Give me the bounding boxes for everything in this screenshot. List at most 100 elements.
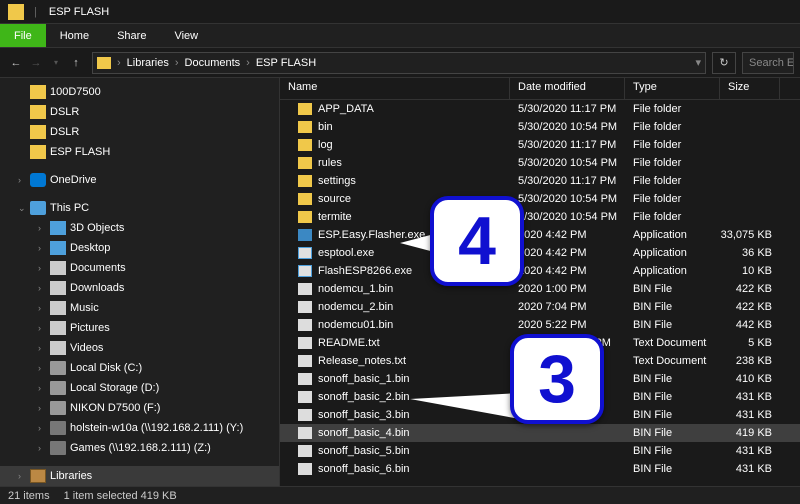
- expand-icon: ›: [38, 423, 48, 433]
- sidebar-item[interactable]: ESP FLASH: [0, 142, 279, 162]
- pictures-icon: [50, 321, 66, 335]
- status-selected: 1 item selected 419 KB: [64, 490, 177, 502]
- breadcrumb[interactable]: Libraries: [123, 53, 173, 73]
- netdrive-icon: [50, 441, 66, 455]
- downloads-icon: [50, 281, 66, 295]
- sidebar-item[interactable]: ⌄This PC: [0, 198, 279, 218]
- file-row[interactable]: ESP.Easy.Flasher.exe2020 4:42 PMApplicat…: [280, 226, 800, 244]
- file-row[interactable]: FlashESP8266.exe2020 4:42 PMApplication1…: [280, 262, 800, 280]
- file-date: 5/30/2020 11:17 PM: [510, 103, 625, 115]
- sidebar-item[interactable]: ›OneDrive: [0, 170, 279, 190]
- sidebar-item[interactable]: ›Videos: [0, 338, 279, 358]
- sidebar-item[interactable]: 100D7500: [0, 82, 279, 102]
- sidebar-item-label: DSLR: [50, 126, 79, 138]
- file-row[interactable]: nodemcu01.bin2020 5:22 PMBIN File442 KB: [280, 316, 800, 334]
- file-size: 36 KB: [720, 247, 780, 259]
- addressbar: ← → ▾ ↑ › Libraries › Documents › ESP FL…: [0, 48, 800, 78]
- folder-icon: [97, 57, 111, 69]
- tab-share[interactable]: Share: [103, 24, 160, 47]
- sidebar-item[interactable]: DSLR: [0, 102, 279, 122]
- folder-icon: [298, 121, 312, 133]
- file-row[interactable]: nodemcu_2.bin2020 7:04 PMBIN File422 KB: [280, 298, 800, 316]
- file-type: File folder: [625, 175, 720, 187]
- desktop-icon: [50, 241, 66, 255]
- sidebar-item[interactable]: DSLR: [0, 122, 279, 142]
- file-row[interactable]: sonoff_basic_6.binBIN File431 KB: [280, 460, 800, 478]
- file-size: 442 KB: [720, 319, 780, 331]
- file-name: source: [318, 193, 351, 205]
- nav-recent[interactable]: ▾: [46, 58, 66, 67]
- tab-view[interactable]: View: [160, 24, 212, 47]
- search-input[interactable]: Search E: [742, 52, 794, 74]
- file-size: 238 KB: [720, 355, 780, 367]
- col-name[interactable]: Name: [280, 78, 510, 99]
- sidebar-item-label: holstein-w10a (\\192.168.2.111) (Y:): [70, 422, 243, 434]
- sidebar-item[interactable]: ›Downloads: [0, 278, 279, 298]
- chevron-down-icon[interactable]: ▾: [695, 56, 701, 69]
- sidebar-item[interactable]: ›Desktop: [0, 238, 279, 258]
- nav-back[interactable]: ←: [6, 57, 26, 69]
- file-row[interactable]: APP_DATA5/30/2020 11:17 PMFile folder: [280, 100, 800, 118]
- col-date[interactable]: Date modified: [510, 78, 625, 99]
- file-name: rules: [318, 157, 342, 169]
- file-icon: [298, 301, 312, 313]
- col-type[interactable]: Type: [625, 78, 720, 99]
- tab-home[interactable]: Home: [46, 24, 103, 47]
- file-date: 5/30/2020 10:54 PM: [510, 193, 625, 205]
- sidebar-item[interactable]: ›Music: [0, 298, 279, 318]
- file-name: nodemcu01.bin: [318, 319, 393, 331]
- address-box[interactable]: › Libraries › Documents › ESP FLASH ▾: [92, 52, 706, 74]
- file-size: 419 KB: [720, 427, 780, 439]
- breadcrumb[interactable]: ESP FLASH: [252, 53, 320, 73]
- sidebar-item[interactable]: ›3D Objects: [0, 218, 279, 238]
- sidebar-item[interactable]: ›Libraries: [0, 466, 279, 486]
- file-size: 422 KB: [720, 301, 780, 313]
- expand-icon: ›: [18, 175, 28, 185]
- file-row[interactable]: log5/30/2020 11:17 PMFile folder: [280, 136, 800, 154]
- titlebar: | ESP FLASH: [0, 0, 800, 24]
- tab-file[interactable]: File: [0, 24, 46, 47]
- expand-icon: ›: [38, 343, 48, 353]
- file-row[interactable]: sonoff_basic_5.binBIN File431 KB: [280, 442, 800, 460]
- file-name: sonoff_basic_5.bin: [318, 445, 410, 457]
- file-row[interactable]: source5/30/2020 10:54 PMFile folder: [280, 190, 800, 208]
- file-type: Text Document: [625, 337, 720, 349]
- file-date: 2020 7:04 PM: [510, 301, 625, 313]
- file-icon: [298, 463, 312, 475]
- file-type: BIN File: [625, 319, 720, 331]
- file-row[interactable]: esptool.exe2020 4:42 PMApplication36 KB: [280, 244, 800, 262]
- sidebar-item[interactable]: › holstein-w10a (\\192.168.2.111) (Y:): [0, 418, 279, 438]
- file-name: settings: [318, 175, 356, 187]
- sidebar-item[interactable]: ›Pictures: [0, 318, 279, 338]
- file-date: 2020 4:42 PM: [510, 229, 625, 241]
- folder-icon: [298, 211, 312, 223]
- folder-icon: [298, 157, 312, 169]
- file-name: README.txt: [318, 337, 380, 349]
- nav-up[interactable]: ↑: [66, 57, 86, 69]
- file-row[interactable]: sonoff_basic_4.binBIN File419 KB: [280, 424, 800, 442]
- sidebar-item[interactable]: ›NIKON D7500 (F:): [0, 398, 279, 418]
- sidebar-item[interactable]: ›Documents: [0, 258, 279, 278]
- file-name: Release_notes.txt: [318, 355, 406, 367]
- col-size[interactable]: Size: [720, 78, 780, 99]
- file-type: BIN File: [625, 391, 720, 403]
- file-type: BIN File: [625, 427, 720, 439]
- file-row[interactable]: termite5/30/2020 10:54 PMFile folder: [280, 208, 800, 226]
- file-row[interactable]: nodemcu_1.bin2020 1:00 PMBIN File422 KB: [280, 280, 800, 298]
- file-row[interactable]: bin5/30/2020 10:54 PMFile folder: [280, 118, 800, 136]
- file-row[interactable]: settings5/30/2020 11:17 PMFile folder: [280, 172, 800, 190]
- file-name: APP_DATA: [318, 103, 374, 115]
- sidebar-item[interactable]: ›Local Storage (D:): [0, 378, 279, 398]
- file-icon: [298, 355, 312, 367]
- refresh-button[interactable]: ↻: [712, 52, 736, 74]
- breadcrumb[interactable]: Documents: [181, 53, 245, 73]
- nav-forward[interactable]: →: [26, 57, 46, 69]
- annotation-callout-3: 3: [510, 334, 604, 424]
- sidebar-item[interactable]: ›Local Disk (C:): [0, 358, 279, 378]
- file-date: 2020 1:00 PM: [510, 283, 625, 295]
- file-icon: [298, 337, 312, 349]
- file-row[interactable]: rules5/30/2020 10:54 PMFile folder: [280, 154, 800, 172]
- sidebar-item-label: ESP FLASH: [50, 146, 110, 158]
- obj3d-icon: [50, 221, 66, 235]
- sidebar-item[interactable]: ›Games (\\192.168.2.111) (Z:): [0, 438, 279, 458]
